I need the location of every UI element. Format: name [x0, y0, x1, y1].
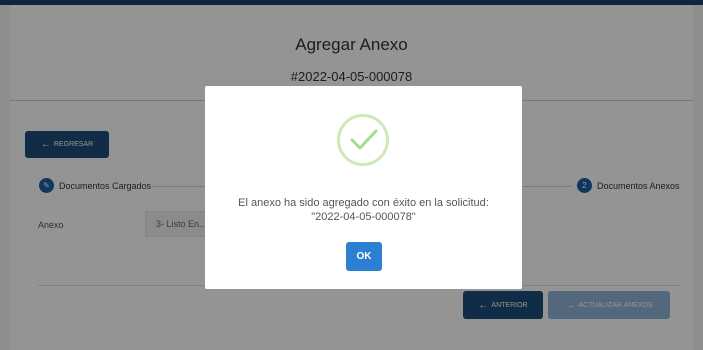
modal-message: El anexo ha sido agregado con éxito en l… — [215, 196, 512, 224]
modal-message-line2: "2022-04-05-000078" — [311, 211, 416, 223]
modal-message-line1: El anexo ha sido agregado con éxito en l… — [238, 197, 489, 209]
ok-button[interactable]: OK — [346, 242, 382, 271]
success-check-icon — [337, 114, 389, 166]
success-modal: El anexo ha sido agregado con éxito en l… — [205, 86, 522, 289]
